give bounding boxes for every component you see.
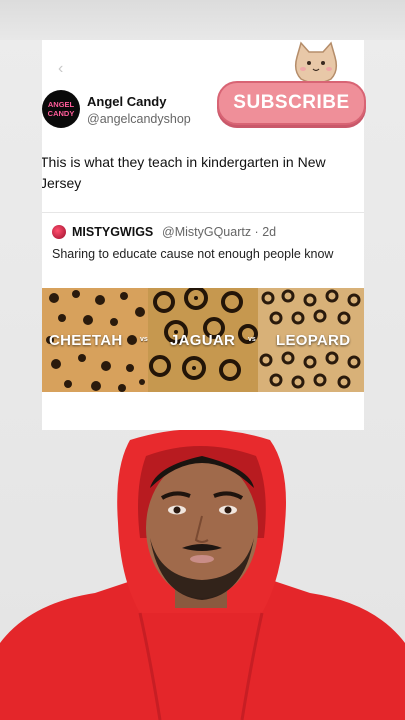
- quote-image[interactable]: CHEETAH vs JAGUAR vs LEOPARD: [42, 288, 364, 392]
- quoted-tweet[interactable]: MISTYGWIGS @MistyGQuartz · 2d Sharing to…: [42, 212, 364, 392]
- vs-label-1: vs: [140, 336, 148, 343]
- vs-label-2: vs: [248, 336, 256, 343]
- quote-author-name[interactable]: MISTYGWIGS: [72, 225, 153, 239]
- cheetah-panel: CHEETAH vs: [42, 288, 148, 392]
- leopard-panel: LEOPARD: [258, 288, 364, 392]
- subscribe-button[interactable]: SUBSCRIBE: [217, 81, 366, 125]
- jaguar-panel: JAGUAR vs: [148, 288, 258, 392]
- avatar-text-line1: ANGEL: [47, 100, 75, 109]
- quote-author-handle[interactable]: @MistyGQuartz · 2d: [162, 225, 276, 239]
- avatar-text-line2: CANDY: [47, 109, 75, 118]
- author-name[interactable]: Angel Candy: [87, 94, 166, 109]
- tweet-text: This is what they teach in kindergarten …: [42, 154, 326, 191]
- quote-text: Sharing to educate cause not enough peop…: [52, 247, 334, 261]
- cheetah-label: CHEETAH: [49, 332, 123, 349]
- cat-sticker-icon: [294, 41, 338, 84]
- author-avatar[interactable]: ANGEL CANDY: [42, 90, 80, 128]
- back-arrow-icon[interactable]: ‹: [58, 61, 72, 77]
- quote-avatar[interactable]: [52, 225, 66, 239]
- person-video: [0, 428, 405, 720]
- jaguar-label: JAGUAR: [170, 332, 236, 349]
- person-illustration: [0, 429, 405, 720]
- author-handle[interactable]: @angelcandyshop: [87, 112, 191, 126]
- leopard-label: LEOPARD: [276, 332, 351, 349]
- background-top: [0, 0, 405, 40]
